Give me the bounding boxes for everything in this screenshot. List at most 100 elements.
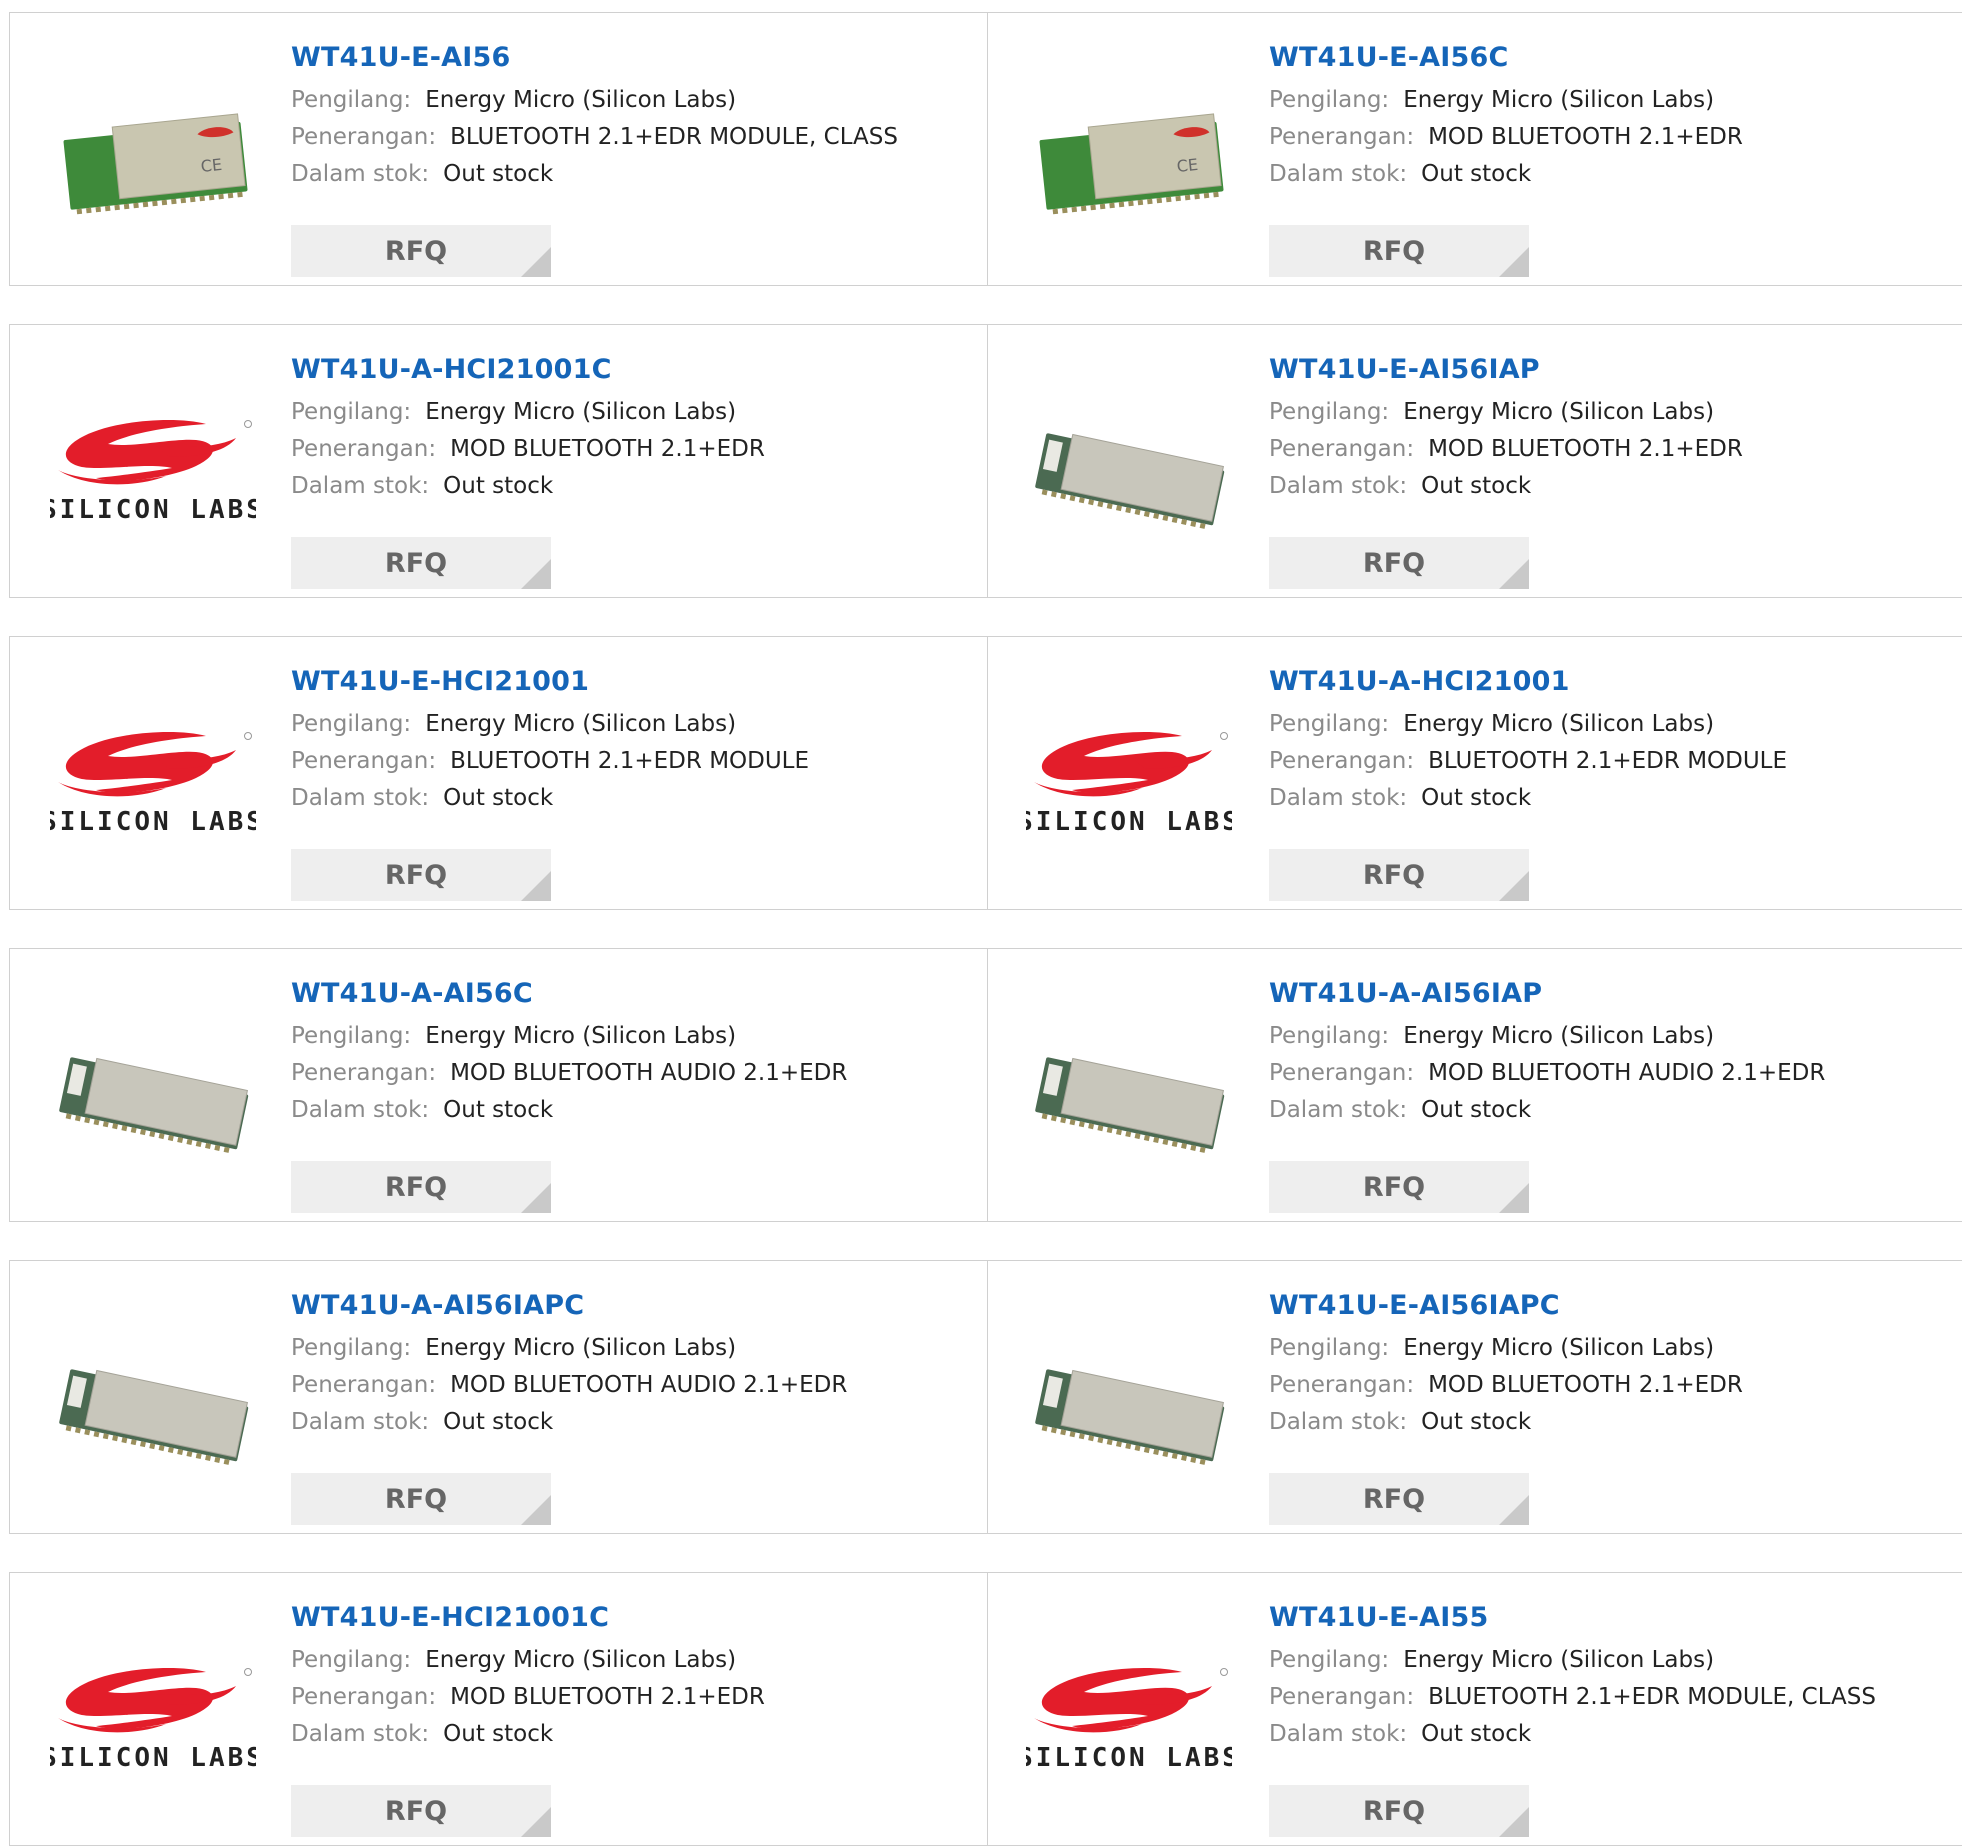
description-label: Penerangan:	[1269, 1684, 1415, 1710]
product-part-number-link[interactable]: WT41U-A-AI56IAP	[1269, 977, 1542, 1011]
rfq-button-label: RFQ	[384, 1171, 448, 1203]
stock-label: Dalam stok:	[1269, 473, 1408, 499]
silicon-labs-logo-text: SILICON LABS	[50, 495, 256, 525]
rfq-button[interactable]: RFQ	[291, 1785, 551, 1837]
product-part-number-link[interactable]: WT41U-A-AI56C	[291, 977, 533, 1011]
description-value: MOD BLUETOOTH AUDIO 2.1+EDR	[450, 1372, 848, 1398]
description-label: Penerangan:	[291, 124, 437, 150]
product-part-number-link[interactable]: WT41U-E-AI56C	[1269, 41, 1508, 75]
product-card: SILICON LABS WT41U-A-HCI21001 Pengilang:…	[988, 637, 1962, 909]
svg-text:CE: CE	[1176, 155, 1199, 176]
stock-row: Dalam stok: Out stock	[1269, 1092, 1952, 1129]
product-part-number-link[interactable]: WT41U-E-HCI21001	[291, 665, 589, 699]
description-row: Penerangan: MOD BLUETOOTH 2.1+EDR	[291, 431, 977, 468]
stock-label: Dalam stok:	[291, 473, 430, 499]
stock-label: Dalam stok:	[1269, 1409, 1408, 1435]
rfq-corner-decoration	[521, 1807, 551, 1837]
product-image[interactable]	[1026, 369, 1232, 577]
manufacturer-row: Pengilang: Energy Micro (Silicon Labs)	[1269, 1330, 1952, 1367]
manufacturer-row: Pengilang: Energy Micro (Silicon Labs)	[291, 1642, 977, 1679]
rfq-button[interactable]: RFQ	[291, 849, 551, 901]
rfq-button-label: RFQ	[1362, 1171, 1426, 1203]
stock-value: Out stock	[1421, 785, 1532, 811]
product-part-number-link[interactable]: WT41U-E-AI56IAPC	[1269, 1289, 1560, 1323]
rfq-button[interactable]: RFQ	[291, 1161, 551, 1213]
product-row: SILICON LABS WT41U-E-HCI21001 Pengilang:…	[9, 636, 1962, 910]
rfq-button[interactable]: RFQ	[291, 537, 551, 589]
manufacturer-label: Pengilang:	[1269, 711, 1390, 737]
product-image[interactable]	[1026, 1305, 1232, 1513]
product-image[interactable]: SILICON LABS	[50, 369, 256, 577]
rfq-button[interactable]: RFQ	[291, 225, 551, 277]
product-image[interactable]: SILICON LABS	[50, 1617, 256, 1825]
manufacturer-row: Pengilang: Energy Micro (Silicon Labs)	[291, 394, 977, 431]
product-card: WT41U-E-AI56IAPC Pengilang: Energy Micro …	[988, 1261, 1962, 1533]
manufacturer-value: Energy Micro (Silicon Labs)	[1403, 1335, 1715, 1361]
product-image[interactable]: SILICON LABS	[1026, 681, 1232, 889]
stock-label: Dalam stok:	[1269, 161, 1408, 187]
product-row: SILICON LABS WT41U-E-HCI21001C Pengilang…	[9, 1572, 1962, 1846]
product-part-number-link[interactable]: WT41U-A-AI56IAPC	[291, 1289, 584, 1323]
rfq-button[interactable]: RFQ	[1269, 1161, 1529, 1213]
product-part-number-link[interactable]: WT41U-A-HCI21001	[1269, 665, 1570, 699]
description-value: MOD BLUETOOTH 2.1+EDR	[450, 1684, 765, 1710]
description-row: Penerangan: MOD BLUETOOTH 2.1+EDR	[291, 1679, 977, 1716]
product-card: WT41U-A-AI56IAPC Pengilang: Energy Micro …	[9, 1261, 988, 1533]
bluetooth-module-green-image: CE	[50, 91, 256, 231]
rfq-button[interactable]: RFQ	[1269, 225, 1529, 277]
manufacturer-label: Pengilang:	[1269, 87, 1390, 113]
product-info: WT41U-E-HCI21001C Pengilang: Energy Micro…	[291, 1601, 977, 1837]
rfq-button[interactable]: RFQ	[1269, 849, 1529, 901]
description-row: Penerangan: MOD BLUETOOTH AUDIO 2.1+EDR	[1269, 1055, 1952, 1092]
product-card: SILICON LABS WT41U-E-HCI21001 Pengilang:…	[9, 637, 988, 909]
manufacturer-value: Energy Micro (Silicon Labs)	[425, 1647, 737, 1673]
stock-value: Out stock	[443, 1409, 554, 1435]
stock-label: Dalam stok:	[291, 1721, 430, 1747]
rfq-corner-decoration	[521, 1183, 551, 1213]
product-card: SILICON LABS WT41U-E-HCI21001C Pengilang…	[9, 1573, 988, 1845]
stock-row: Dalam stok: Out stock	[291, 1404, 977, 1441]
product-card: SILICON LABS WT41U-E-AI55 Pengilang: Ener…	[988, 1573, 1962, 1845]
product-image[interactable]	[50, 1305, 256, 1513]
product-part-number-link[interactable]: WT41U-E-AI56IAP	[1269, 353, 1540, 387]
stock-value: Out stock	[443, 1721, 554, 1747]
product-image[interactable]	[1026, 993, 1232, 1201]
product-image[interactable]: SILICON LABS	[50, 681, 256, 889]
manufacturer-label: Pengilang:	[1269, 1647, 1390, 1673]
product-part-number-link[interactable]: WT41U-E-AI56	[291, 41, 510, 75]
product-part-number-link[interactable]: WT41U-E-AI55	[1269, 1601, 1488, 1635]
description-label: Penerangan:	[1269, 124, 1415, 150]
product-row: CE WT41U-E-AI56 Pengilang: Energy Micro (…	[9, 12, 1962, 286]
product-image[interactable]	[50, 993, 256, 1201]
rfq-button[interactable]: RFQ	[1269, 1473, 1529, 1525]
product-info: WT41U-A-AI56IAPC Pengilang: Energy Micro …	[291, 1289, 977, 1525]
rfq-button[interactable]: RFQ	[291, 1473, 551, 1525]
stock-label: Dalam stok:	[1269, 1097, 1408, 1123]
product-info: WT41U-E-AI56C Pengilang: Energy Micro (Si…	[1269, 41, 1952, 277]
manufacturer-label: Pengilang:	[291, 1335, 412, 1361]
product-image[interactable]: CE	[1026, 57, 1232, 265]
rfq-button-label: RFQ	[1362, 1483, 1426, 1515]
rfq-button-label: RFQ	[384, 547, 448, 579]
product-info: WT41U-A-AI56C Pengilang: Energy Micro (Si…	[291, 977, 977, 1213]
description-label: Penerangan:	[291, 1060, 437, 1086]
rfq-button[interactable]: RFQ	[1269, 1785, 1529, 1837]
silicon-labs-logo: SILICON LABS	[50, 418, 256, 528]
rfq-corner-decoration	[1499, 247, 1529, 277]
rfq-corner-decoration	[1499, 1807, 1529, 1837]
manufacturer-label: Pengilang:	[1269, 1335, 1390, 1361]
product-image[interactable]: SILICON LABS	[1026, 1617, 1232, 1825]
stock-row: Dalam stok: Out stock	[291, 1716, 977, 1753]
stock-row: Dalam stok: Out stock	[1269, 468, 1952, 505]
svg-text:CE: CE	[200, 155, 223, 176]
description-value: BLUETOOTH 2.1+EDR MODULE, CLASS	[450, 124, 898, 150]
product-part-number-link[interactable]: WT41U-E-HCI21001C	[291, 1601, 609, 1635]
product-image[interactable]: CE	[50, 57, 256, 265]
product-part-number-link[interactable]: WT41U-A-HCI21001C	[291, 353, 612, 387]
description-value: BLUETOOTH 2.1+EDR MODULE	[450, 748, 810, 774]
description-label: Penerangan:	[1269, 436, 1415, 462]
description-value: MOD BLUETOOTH AUDIO 2.1+EDR	[450, 1060, 848, 1086]
silicon-labs-logo: SILICON LABS	[50, 1666, 256, 1776]
rfq-button[interactable]: RFQ	[1269, 537, 1529, 589]
manufacturer-label: Pengilang:	[291, 1023, 412, 1049]
